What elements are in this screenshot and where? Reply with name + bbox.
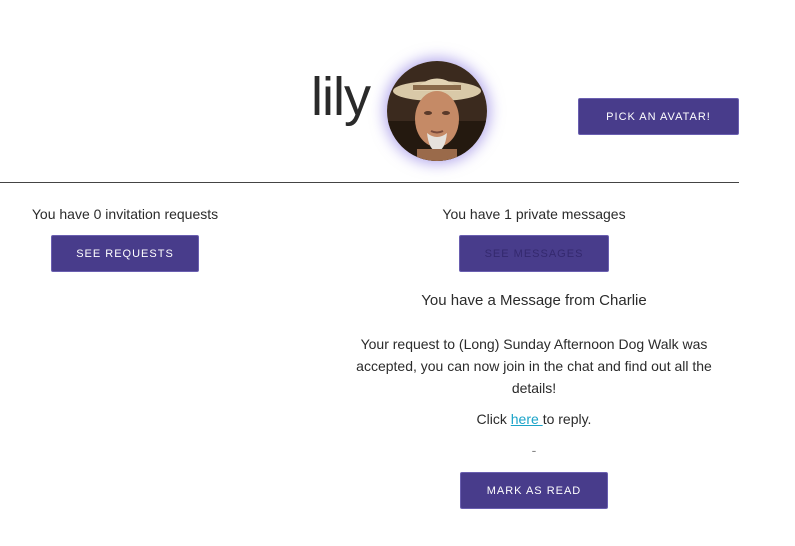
pick-avatar-button[interactable]: PICK AN AVATAR! — [578, 98, 739, 135]
reply-instruction: Click here to reply. — [384, 411, 684, 427]
see-requests-button[interactable]: SEE REQUESTS — [51, 235, 199, 272]
avatar-photo-icon — [387, 61, 487, 161]
invitation-count-text: You have 0 invitation requests — [31, 206, 219, 222]
username: lily — [311, 67, 371, 127]
reply-here-link[interactable]: here — [511, 411, 543, 427]
message-sender-heading: You have a Message from Charlie — [421, 292, 647, 309]
mark-as-read-button[interactable]: MARK AS READ — [460, 472, 608, 509]
reply-suffix: to reply. — [542, 411, 592, 427]
message-separator: - — [531, 442, 537, 458]
reply-prefix: Click — [476, 411, 511, 427]
header-divider — [0, 182, 739, 183]
message-count-text: You have 1 private messages — [442, 206, 626, 222]
message-body: Your request to (Long) Sunday Afternoon … — [356, 336, 712, 396]
see-messages-button[interactable]: SEE MESSAGES — [459, 235, 609, 272]
user-avatar — [387, 61, 487, 161]
